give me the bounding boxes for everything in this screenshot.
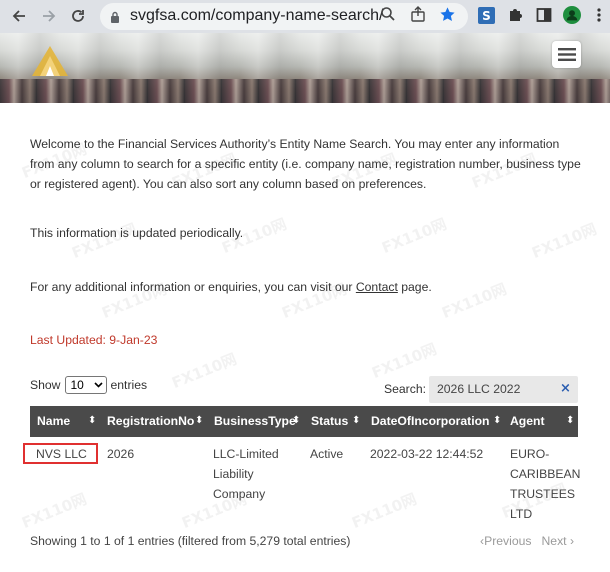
previous-label: Previous (484, 534, 532, 548)
forward-arrow-icon (43, 10, 56, 22)
cell-agent-line: TRUSTEES (510, 487, 576, 501)
column-header-agent[interactable]: Agent (510, 414, 545, 428)
cell-business-type-line: Company (213, 487, 266, 501)
cell-agent-line: LTD (510, 507, 533, 521)
cell-agent: EURO- CARIBBEAN TRUSTEES LTD (510, 444, 580, 524)
lock-icon (110, 9, 120, 28)
banner-rooftops (0, 79, 610, 103)
column-header-businesstype[interactable]: BusinessType (214, 414, 296, 428)
cell-registration-no: 2026 (107, 447, 135, 461)
watermark: FX110网 (439, 279, 510, 323)
show-label: Show (30, 378, 61, 392)
cell-agent-line: EURO- (510, 447, 550, 461)
column-header-name[interactable]: Name (37, 414, 70, 428)
cell-status: Active (310, 447, 344, 461)
sort-icon[interactable]: ⬍ (88, 415, 96, 426)
side-panel-icon[interactable] (535, 6, 553, 24)
update-note: This information is updated periodically… (30, 226, 244, 240)
chevron-down-icon (93, 382, 103, 388)
enquiry-text-before: For any additional information or enquir… (30, 280, 356, 294)
watermark: FX110网 (69, 219, 140, 263)
zoom-search-icon[interactable] (379, 5, 397, 23)
search-label: Search: (384, 382, 427, 396)
browser-toolbar: svgfsa.com/company-name-search/ S (0, 0, 610, 33)
column-header-registrationno[interactable]: RegistrationNo (107, 414, 194, 428)
header-banner (0, 33, 610, 103)
last-updated: Last Updated: 9-Jan-23 (30, 333, 158, 347)
entries-select-value: 10 (70, 378, 84, 392)
banner-photo (0, 33, 610, 79)
sort-icon[interactable]: ⬍ (195, 415, 203, 426)
watermark: FX110网 (529, 219, 600, 263)
welcome-paragraph: Welcome to the Financial Services Author… (30, 137, 581, 191)
more-menu-icon[interactable] (590, 6, 608, 24)
share-icon[interactable] (409, 5, 427, 23)
forward-button[interactable] (38, 5, 60, 27)
cell-business-type: LLC-Limited Liability Company (213, 444, 279, 504)
fsa-logo[interactable] (30, 42, 72, 82)
search-input-value: 2026 LLC 2022 (437, 382, 521, 396)
entries-label: entries (110, 378, 148, 392)
svg-text:S: S (482, 9, 491, 23)
watermark: FX110网 (349, 489, 420, 533)
next-label: Next (541, 534, 567, 548)
cell-date: 2022-03-22 12:44:52 (370, 447, 484, 461)
clear-search-icon[interactable]: × (560, 381, 571, 396)
search-input[interactable]: 2026 LLC 2022 × (429, 376, 578, 403)
puzzle-icon[interactable] (506, 6, 524, 24)
enquiry-paragraph: For any additional information or enquir… (30, 280, 432, 294)
column-header-dateofincorporation[interactable]: DateOfIncorporation (371, 414, 490, 428)
table-header: Name ⬍ RegistrationNo ⬍ BusinessType ⬍ S… (30, 406, 578, 437)
back-arrow-icon (12, 10, 25, 22)
column-header-status[interactable]: Status (311, 414, 348, 428)
contact-link[interactable]: Contact (356, 280, 398, 294)
reload-icon (72, 10, 84, 22)
watermark: FX110网 (19, 489, 90, 533)
reload-button[interactable] (67, 5, 89, 27)
back-button[interactable] (8, 5, 30, 27)
cell-business-type-line: Liability (213, 467, 254, 481)
entries-length-control: Show 10 entries (30, 376, 147, 394)
enquiry-text-after: page. (397, 280, 432, 294)
extension-s-icon[interactable]: S (477, 6, 495, 24)
bookmark-star-icon[interactable] (438, 5, 456, 23)
next-button[interactable]: Next › (541, 534, 574, 548)
cell-business-type-line: LLC-Limited (213, 447, 279, 461)
url-text: svgfsa.com/company-name-search/ (130, 7, 384, 24)
watermark: FX110网 (379, 214, 450, 258)
highlight-box (23, 443, 98, 464)
profile-avatar-icon[interactable] (563, 6, 581, 24)
pagination: ‹Previous Next › (480, 534, 574, 548)
entries-select[interactable]: 10 (64, 376, 107, 394)
watermark: FX110网 (169, 349, 240, 393)
sort-icon[interactable]: ⬍ (292, 415, 300, 426)
hamburger-menu-button[interactable] (552, 41, 581, 68)
sort-icon[interactable]: ⬍ (493, 415, 501, 426)
sort-icon[interactable]: ⬍ (352, 415, 360, 426)
chevron-right-icon: › (569, 534, 574, 548)
previous-button[interactable]: ‹Previous (480, 534, 531, 548)
menu-icon (557, 48, 576, 61)
table-info: Showing 1 to 1 of 1 entries (filtered fr… (30, 534, 351, 548)
sort-icon[interactable]: ⬍ (566, 415, 574, 426)
cell-agent-line: CARIBBEAN (510, 467, 581, 481)
